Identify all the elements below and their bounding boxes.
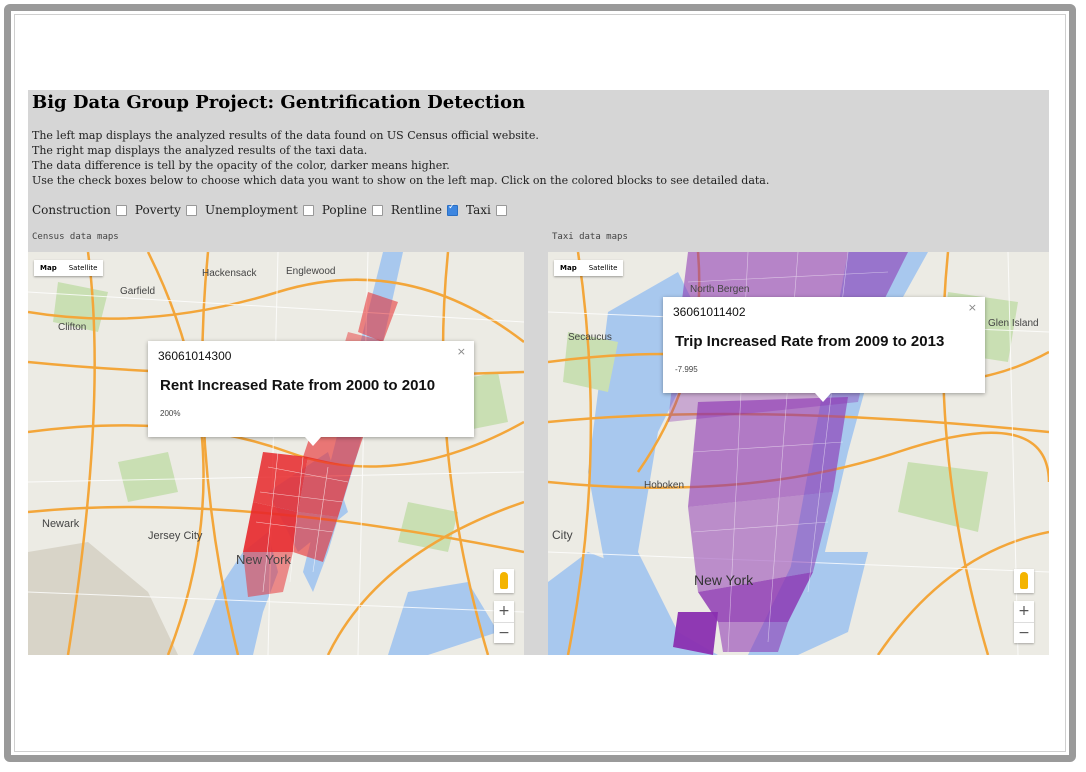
- zoom-out-button[interactable]: −: [1014, 623, 1034, 644]
- description-line: The data difference is tell by the opaci…: [32, 159, 450, 172]
- checkbox-construction[interactable]: Construction: [32, 203, 127, 217]
- taxi-info-popup: 36061011402 Trip Increased Rate from 200…: [663, 297, 985, 402]
- description: The left map displays the analyzed resul…: [32, 128, 769, 188]
- checkbox-taxi[interactable]: Taxi: [466, 203, 507, 217]
- popup-heading: Rent Increased Rate from 2000 to 2010: [160, 377, 436, 394]
- taxi-map[interactable]: New York North Bergen Secaucus Hoboken C…: [548, 252, 1049, 655]
- zoom-control: + −: [494, 601, 514, 643]
- census-map[interactable]: New York Jersey City Newark Hackensack E…: [28, 252, 524, 655]
- checkbox[interactable]: [115, 204, 127, 216]
- place-label: Hackensack: [202, 268, 257, 279]
- page-title: Big Data Group Project: Gentrification D…: [32, 92, 526, 113]
- app-panel: Big Data Group Project: Gentrification D…: [28, 90, 1049, 655]
- popup-value: -7.995: [675, 365, 698, 374]
- place-label: Englewood: [286, 266, 336, 277]
- census-info-popup: 36061014300 Rent Increased Rate from 200…: [148, 341, 474, 446]
- zoom-control: + −: [1014, 601, 1034, 643]
- pegman-icon[interactable]: [1014, 569, 1034, 593]
- map-type-control: Map Satellite: [554, 260, 624, 276]
- popup-tail: [815, 393, 831, 402]
- checkbox-label: Poverty: [134, 203, 181, 217]
- place-label: Glen Island: [988, 318, 1039, 329]
- checkbox[interactable]: [495, 204, 507, 216]
- description-line: The left map displays the analyzed resul…: [32, 129, 539, 142]
- checkbox[interactable]: [371, 204, 383, 216]
- checkbox-poverty[interactable]: Poverty: [135, 203, 197, 217]
- zoom-in-button[interactable]: +: [494, 601, 514, 623]
- map-type-map-button[interactable]: Map: [554, 260, 583, 276]
- place-label: Hoboken: [644, 480, 685, 491]
- checkbox-label: Rentline: [390, 203, 443, 217]
- checkbox[interactable]: [185, 204, 197, 216]
- popup-tail: [305, 437, 321, 446]
- place-label: Newark: [42, 518, 80, 530]
- pegman-icon[interactable]: [494, 569, 514, 593]
- map-type-control: Map Satellite: [34, 260, 104, 276]
- close-icon[interactable]: ×: [968, 301, 977, 314]
- place-label: City: [552, 528, 573, 542]
- checkbox-label: Taxi: [466, 203, 491, 217]
- close-icon[interactable]: ×: [457, 345, 466, 358]
- checkbox[interactable]: [302, 204, 314, 216]
- tract-id: 36061011402: [673, 305, 746, 319]
- checkbox-label: Construction: [32, 203, 111, 217]
- data-checkboxes: Construction Poverty Unemployment Poplin…: [32, 202, 515, 217]
- popup-heading: Trip Increased Rate from 2009 to 2013: [675, 333, 945, 350]
- place-label: Jersey City: [148, 530, 203, 542]
- census-map-canvas: [28, 252, 524, 655]
- city-label: New York: [236, 552, 291, 567]
- place-label: Secaucus: [568, 332, 612, 343]
- left-map-label: Census data maps: [32, 232, 119, 242]
- checkbox-checked[interactable]: [447, 202, 459, 216]
- checkbox-unemployment[interactable]: Unemployment: [205, 203, 314, 217]
- map-type-map-button[interactable]: Map: [34, 260, 63, 276]
- checkbox-rentline[interactable]: Rentline: [390, 202, 459, 217]
- map-type-satellite-button[interactable]: Satellite: [583, 260, 624, 276]
- map-type-satellite-button[interactable]: Satellite: [63, 260, 104, 276]
- place-label: Clifton: [58, 322, 87, 333]
- tract-id: 36061014300: [158, 349, 232, 363]
- right-map-label: Taxi data maps: [552, 232, 628, 242]
- popup-value: 200%: [160, 409, 181, 418]
- zoom-in-button[interactable]: +: [1014, 601, 1034, 623]
- zoom-out-button[interactable]: −: [494, 623, 514, 644]
- checkbox-label: Popline: [321, 203, 367, 217]
- city-label: New York: [694, 572, 754, 588]
- checkbox-popline[interactable]: Popline: [322, 203, 383, 217]
- place-label: Garfield: [120, 286, 156, 297]
- checkbox-label: Unemployment: [204, 203, 298, 217]
- description-line: Use the check boxes below to choose whic…: [32, 174, 770, 187]
- description-line: The right map displays the analyzed resu…: [32, 144, 368, 157]
- place-label: North Bergen: [690, 284, 750, 295]
